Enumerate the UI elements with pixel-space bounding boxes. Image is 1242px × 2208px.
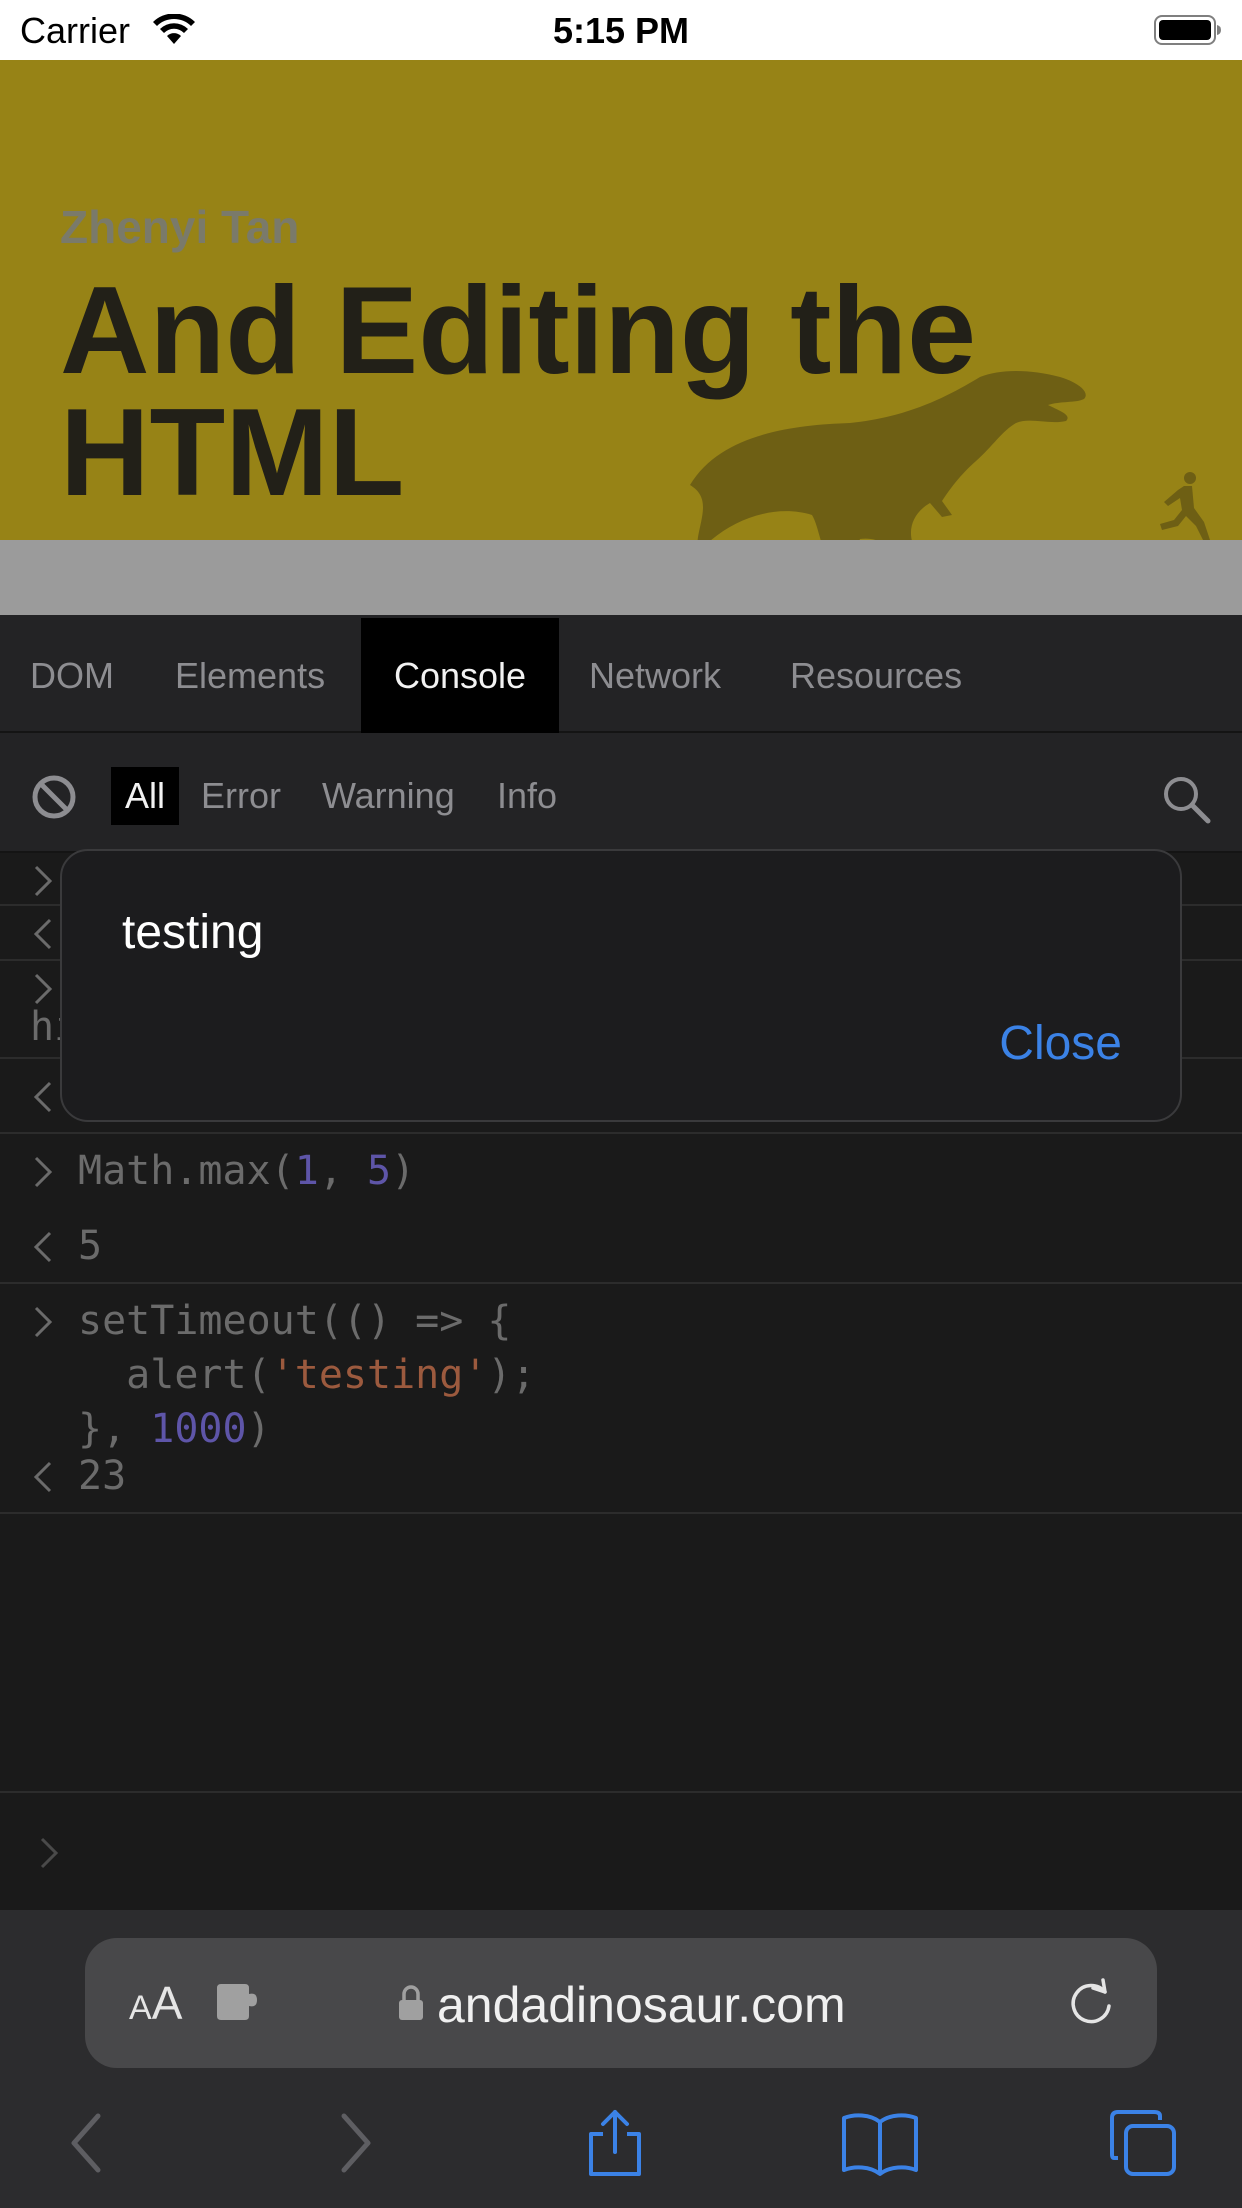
command-text: Math.max(1, 5) — [78, 1148, 416, 1194]
page-hero: Zhenyi Tan And Editing the HTML — [0, 60, 1242, 540]
output-caret-icon — [33, 1231, 52, 1263]
console-output-row: 23 — [0, 1439, 1242, 1514]
tab-console[interactable]: Console — [361, 618, 559, 733]
battery-icon — [1154, 15, 1221, 45]
tab-network[interactable]: Network — [589, 618, 721, 733]
url-text[interactable]: andadinosaur.com — [437, 1976, 846, 2034]
console-input-row[interactable]: Math.max(1, 5) — [0, 1134, 1242, 1209]
command-line: setTimeout(() => { — [78, 1298, 512, 1344]
filter-all[interactable]: All — [111, 767, 180, 825]
alert-message: testing — [122, 906, 264, 959]
lock-icon — [399, 1985, 423, 2020]
dinosaur-illustration — [690, 371, 1086, 540]
filter-error[interactable]: Error — [201, 767, 281, 825]
clear-console-icon[interactable] — [30, 773, 78, 821]
share-icon[interactable] — [583, 2108, 647, 2178]
input-caret-icon — [34, 1306, 53, 1338]
search-icon[interactable] — [1160, 773, 1212, 825]
console-filter-bar: All Error Warning Info — [0, 733, 1242, 853]
tab-dom[interactable]: DOM — [30, 618, 114, 733]
command-line: alert('testing'); — [78, 1352, 536, 1398]
output-text: 5 — [78, 1223, 103, 1269]
browser-bottom-bar: AA andadinosaur.com — [0, 1910, 1242, 2208]
output-caret-icon — [33, 1461, 52, 1493]
filter-warning[interactable]: Warning — [322, 767, 455, 825]
output-caret-icon — [33, 1081, 52, 1113]
page-separator — [0, 540, 1242, 615]
extension-icon[interactable] — [215, 1980, 265, 2024]
tabs-icon[interactable] — [1108, 2108, 1178, 2178]
tab-resources[interactable]: Resources — [790, 618, 962, 733]
input-caret-icon — [34, 865, 53, 897]
text-size-button[interactable]: AA — [129, 1976, 182, 2030]
console-input-row[interactable]: setTimeout(() => { alert('testing'); }, … — [0, 1284, 1242, 1452]
filter-info[interactable]: Info — [497, 767, 557, 825]
address-bar[interactable]: AA andadinosaur.com — [85, 1938, 1157, 2068]
reload-icon[interactable] — [1065, 1978, 1117, 2030]
status-bar: Carrier 5:15 PM — [0, 0, 1242, 60]
alert-dialog: testing Close — [60, 849, 1182, 1122]
output-caret-icon — [33, 918, 52, 950]
output-text: 23 — [78, 1453, 127, 1499]
bookmarks-icon[interactable] — [840, 2108, 920, 2178]
prompt-caret-icon — [40, 1837, 59, 1869]
author-name[interactable]: Zhenyi Tan — [60, 200, 299, 254]
status-time: 5:15 PM — [552, 10, 690, 51]
close-button[interactable]: Close — [999, 1016, 1122, 1071]
console-prompt-input[interactable] — [0, 1791, 1242, 1910]
console-output-row: 5 — [0, 1209, 1242, 1284]
runner-illustration — [1160, 472, 1210, 540]
devtools-tabbar: DOM Elements Console Network Resources — [0, 615, 1242, 733]
forward-icon[interactable] — [336, 2108, 376, 2178]
input-caret-icon — [34, 1156, 53, 1188]
tab-elements[interactable]: Elements — [175, 618, 325, 733]
back-icon[interactable] — [66, 2108, 106, 2178]
